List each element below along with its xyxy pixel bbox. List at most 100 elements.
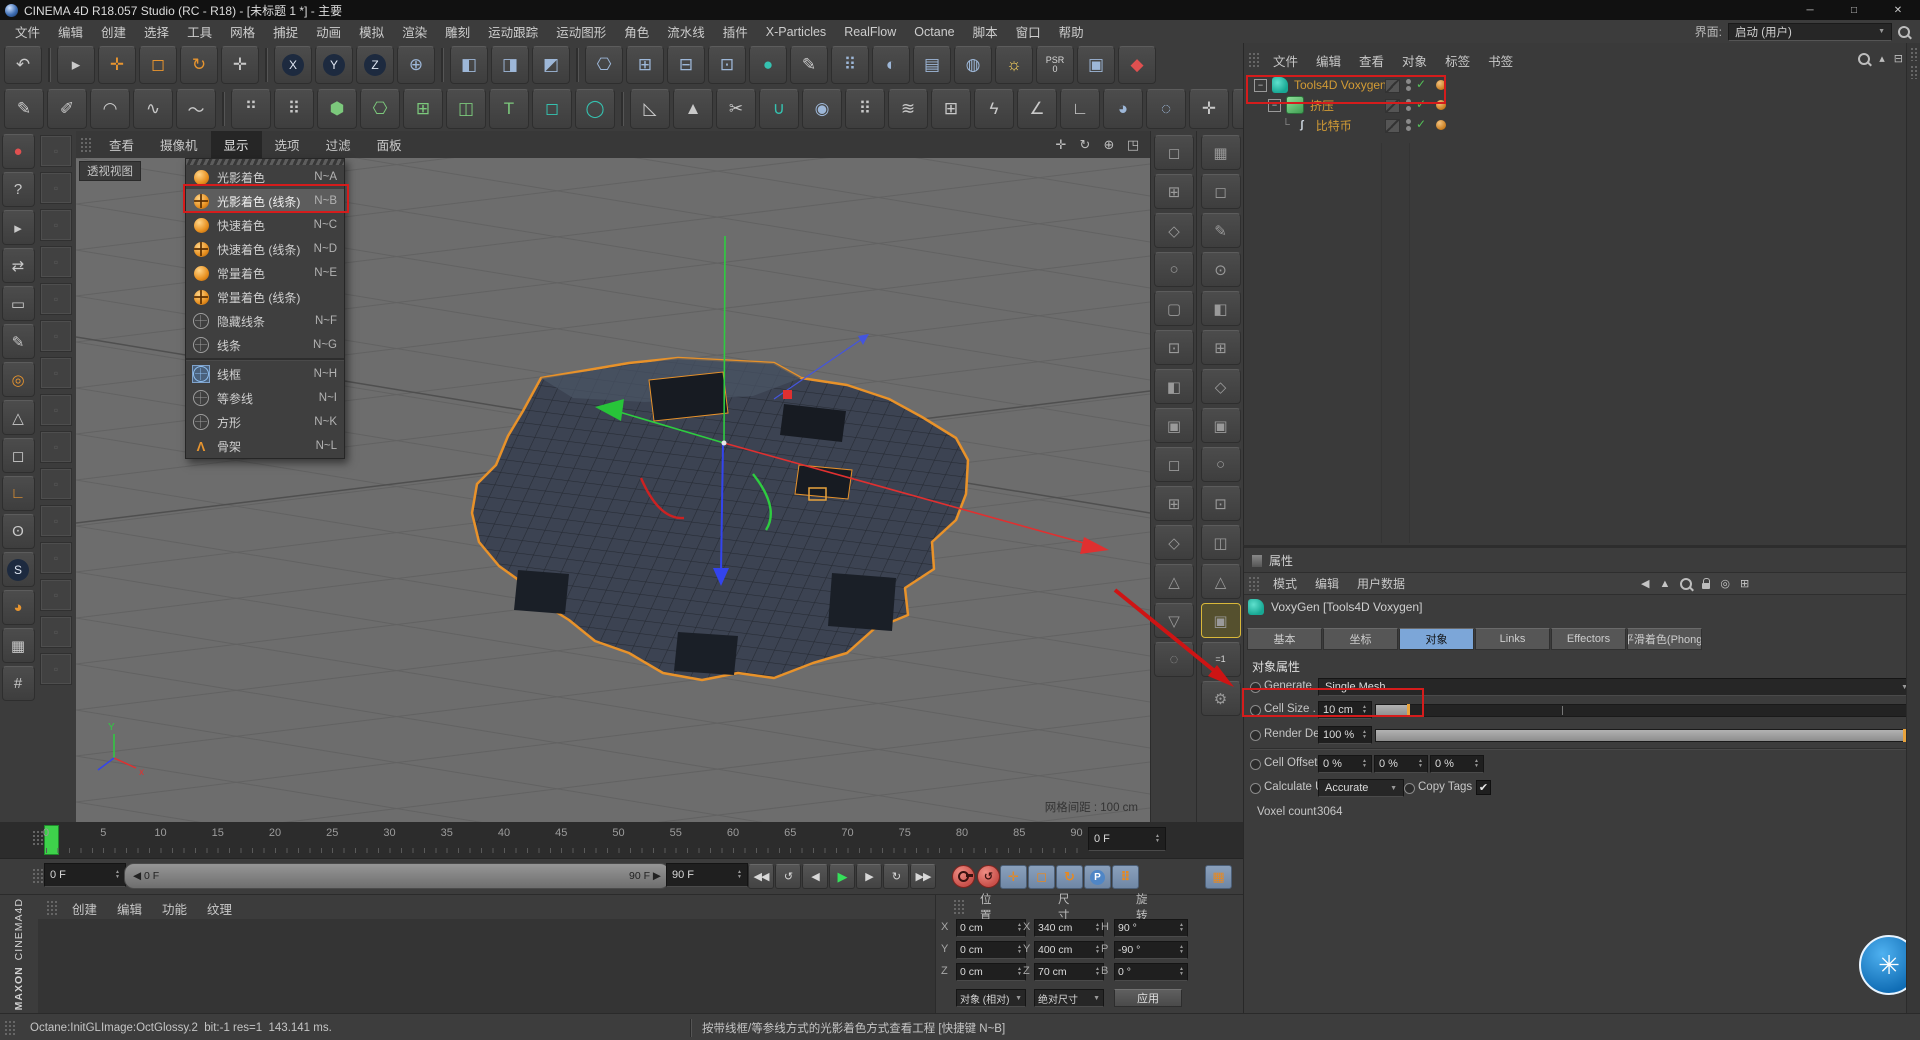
palette-plus-icon[interactable]: ⊞ bbox=[1154, 486, 1194, 521]
display-menu-item-常量着色[interactable]: 常量着色N~E bbox=[186, 261, 344, 285]
menubar-item-渲染[interactable]: 渲染 bbox=[393, 22, 436, 41]
coord-size-input[interactable]: 340 cm▲▼ bbox=[1034, 919, 1104, 937]
menubar-item-动画[interactable]: 动画 bbox=[307, 22, 350, 41]
spinner-icon[interactable]: ▲▼ bbox=[1359, 705, 1367, 715]
cell-size-radio[interactable] bbox=[1250, 705, 1261, 716]
viewport-menu-选项[interactable]: 选项 bbox=[262, 131, 313, 158]
object-row-挤压[interactable]: −挤压✓ bbox=[1244, 95, 1920, 115]
menubar-item-运动图形[interactable]: 运动图形 bbox=[547, 22, 615, 41]
snap-tri-icon[interactable]: △ bbox=[1201, 564, 1241, 599]
material-menu-功能[interactable]: 功能 bbox=[152, 899, 197, 918]
undo-icon[interactable]: ↶ bbox=[4, 46, 42, 84]
psr-badge[interactable]: PSR0 bbox=[1036, 46, 1074, 84]
om-menu-查看[interactable]: 查看 bbox=[1350, 51, 1393, 70]
cell-offset-radio[interactable] bbox=[1250, 759, 1261, 770]
visibility-toggle-icon[interactable] bbox=[1385, 79, 1400, 93]
tab-平滑着色(Phong)[interactable]: 平滑着色(Phong) bbox=[1627, 628, 1702, 650]
spline-pen-icon[interactable]: 〜 bbox=[176, 89, 216, 129]
record-keyframe-button[interactable] bbox=[952, 865, 975, 888]
snap-plus-icon[interactable]: ⊞ bbox=[1201, 330, 1241, 365]
sphere-deform-icon[interactable]: ◉ bbox=[802, 89, 842, 129]
select-cursor-icon[interactable]: ▸ bbox=[2, 210, 35, 245]
octane-logo-icon[interactable]: ◆ bbox=[1118, 46, 1156, 84]
size-mode-dropdown[interactable]: 绝对尺寸▼ bbox=[1034, 989, 1104, 1007]
search-icon[interactable] bbox=[1898, 26, 1910, 38]
layout-palette-icon[interactable]: ▫ bbox=[41, 543, 71, 573]
menubar-item-选择[interactable]: 选择 bbox=[135, 22, 178, 41]
om-menu-编辑[interactable]: 编辑 bbox=[1307, 51, 1350, 70]
cell-size-slider[interactable] bbox=[1375, 704, 1915, 717]
extrude-icon[interactable]: ▲ bbox=[673, 89, 713, 129]
spinner-icon[interactable]: ▲▼ bbox=[1415, 759, 1423, 769]
material-menu-创建[interactable]: 创建 bbox=[62, 899, 107, 918]
spinner-icon[interactable]: ▲▼ bbox=[1092, 967, 1100, 977]
instance-icon[interactable]: ⊡ bbox=[708, 46, 746, 84]
pen-icon[interactable]: ✎ bbox=[4, 89, 44, 129]
coordinate-system-icon[interactable]: ⊕ bbox=[397, 46, 435, 84]
tab-Links[interactable]: Links bbox=[1475, 628, 1550, 650]
text-tool-icon[interactable]: T bbox=[489, 89, 529, 129]
attributes-menu-模式[interactable]: 模式 bbox=[1264, 575, 1306, 592]
boole-icon[interactable]: ⊟ bbox=[667, 46, 705, 84]
parameter-key-toggle[interactable]: P bbox=[1084, 865, 1111, 889]
coord-rotation-input[interactable]: -90 °▲▼ bbox=[1114, 941, 1188, 959]
camera-icon[interactable]: ▣ bbox=[1077, 46, 1115, 84]
pan-view-icon[interactable]: ✛ bbox=[1052, 136, 1070, 154]
palette-cube2-icon[interactable]: ◻ bbox=[1154, 447, 1194, 482]
y-axis-lock-icon[interactable]: Y bbox=[315, 46, 353, 84]
snap-grid-icon[interactable]: ▦ bbox=[1201, 135, 1241, 170]
drag-grip[interactable] bbox=[80, 137, 92, 153]
frame-range-scrubber[interactable]: ◀ 0 F 90 F ▶ bbox=[124, 863, 670, 889]
spline-arc-icon[interactable]: ◠ bbox=[90, 89, 130, 129]
layout-palette-icon[interactable]: ▫ bbox=[41, 395, 71, 425]
polygon-pen-icon[interactable]: △ bbox=[2, 400, 35, 435]
dots-cluster-icon[interactable]: ⠛ bbox=[231, 89, 271, 129]
end-frame-field[interactable]: 90 F ▲▼ bbox=[666, 863, 748, 887]
display-menu-item-光影着色[interactable]: 光影着色N~A bbox=[186, 165, 344, 189]
tab-坐标[interactable]: 坐标 bbox=[1323, 628, 1398, 650]
menubar-item-捕捉[interactable]: 捕捉 bbox=[264, 22, 307, 41]
sky-icon[interactable]: ◍ bbox=[954, 46, 992, 84]
copy-tags-checkbox[interactable]: ✔ bbox=[1476, 780, 1491, 795]
display-menu-item-隐藏线条[interactable]: 隐藏线条N~F bbox=[186, 309, 344, 333]
menubar-item-Octane[interactable]: Octane bbox=[905, 25, 963, 39]
object-row-比特币[interactable]: └ʃ比特币✓ bbox=[1244, 115, 1920, 135]
menubar-item-文件[interactable]: 文件 bbox=[6, 22, 49, 41]
bevel-icon[interactable]: ◺ bbox=[630, 89, 670, 129]
palette-tri-icon[interactable]: △ bbox=[1154, 564, 1194, 599]
snap-icon[interactable]: ϟ bbox=[974, 89, 1014, 129]
subdivision-surface-icon[interactable]: ⎔ bbox=[585, 46, 623, 84]
current-state-icon[interactable]: ⎔ bbox=[360, 89, 400, 129]
grid-array-icon[interactable]: ▦ bbox=[2, 628, 35, 663]
om-menu-书签[interactable]: 书签 bbox=[1479, 51, 1522, 70]
menubar-item-编辑[interactable]: 编辑 bbox=[49, 22, 92, 41]
material-menu-纹理[interactable]: 纹理 bbox=[197, 899, 242, 918]
render-detail-radio[interactable] bbox=[1250, 730, 1261, 741]
new-panel-icon[interactable]: ⊞ bbox=[1740, 577, 1749, 590]
tab-对象[interactable]: 对象 bbox=[1399, 628, 1474, 650]
spinner-icon[interactable]: ▲▼ bbox=[1014, 945, 1022, 955]
drag-grip[interactable] bbox=[1248, 52, 1260, 68]
om-menu-标签[interactable]: 标签 bbox=[1436, 51, 1479, 70]
make-editable-icon[interactable]: ⬢ bbox=[317, 89, 357, 129]
zoom-view-icon[interactable]: ⊕ bbox=[1100, 136, 1118, 154]
search-icon[interactable] bbox=[1858, 53, 1870, 65]
layout-palette-icon[interactable]: ▫ bbox=[41, 358, 71, 388]
display-menu-item-等参线[interactable]: 等参线N~I bbox=[186, 386, 344, 410]
spline-draw-icon[interactable]: ✎ bbox=[2, 324, 35, 359]
scale-tool-icon[interactable]: ◻ bbox=[139, 46, 177, 84]
take-badge[interactable]: =1 bbox=[1201, 642, 1241, 677]
copy-tags-radio[interactable] bbox=[1404, 783, 1415, 794]
next-key-button[interactable]: ▶ bbox=[856, 864, 882, 889]
snap-pen-icon[interactable]: ✎ bbox=[1201, 213, 1241, 248]
enable-dots-icon[interactable] bbox=[1406, 99, 1411, 111]
scroll-to-top-icon[interactable]: ▴ bbox=[1879, 52, 1885, 65]
material-ball-icon[interactable]: ● bbox=[2, 134, 35, 169]
convert-selection-icon[interactable]: ⇄ bbox=[2, 248, 35, 283]
palette-fill-box-icon[interactable]: ▣ bbox=[1154, 408, 1194, 443]
cycle-button[interactable]: ↻ bbox=[883, 864, 909, 889]
layout-palette-icon[interactable]: ▫ bbox=[41, 247, 71, 277]
palette-sphere-icon[interactable]: ○ bbox=[1154, 252, 1194, 287]
layout-palette-icon[interactable]: ▫ bbox=[41, 284, 71, 314]
om-menu-对象[interactable]: 对象 bbox=[1393, 51, 1436, 70]
